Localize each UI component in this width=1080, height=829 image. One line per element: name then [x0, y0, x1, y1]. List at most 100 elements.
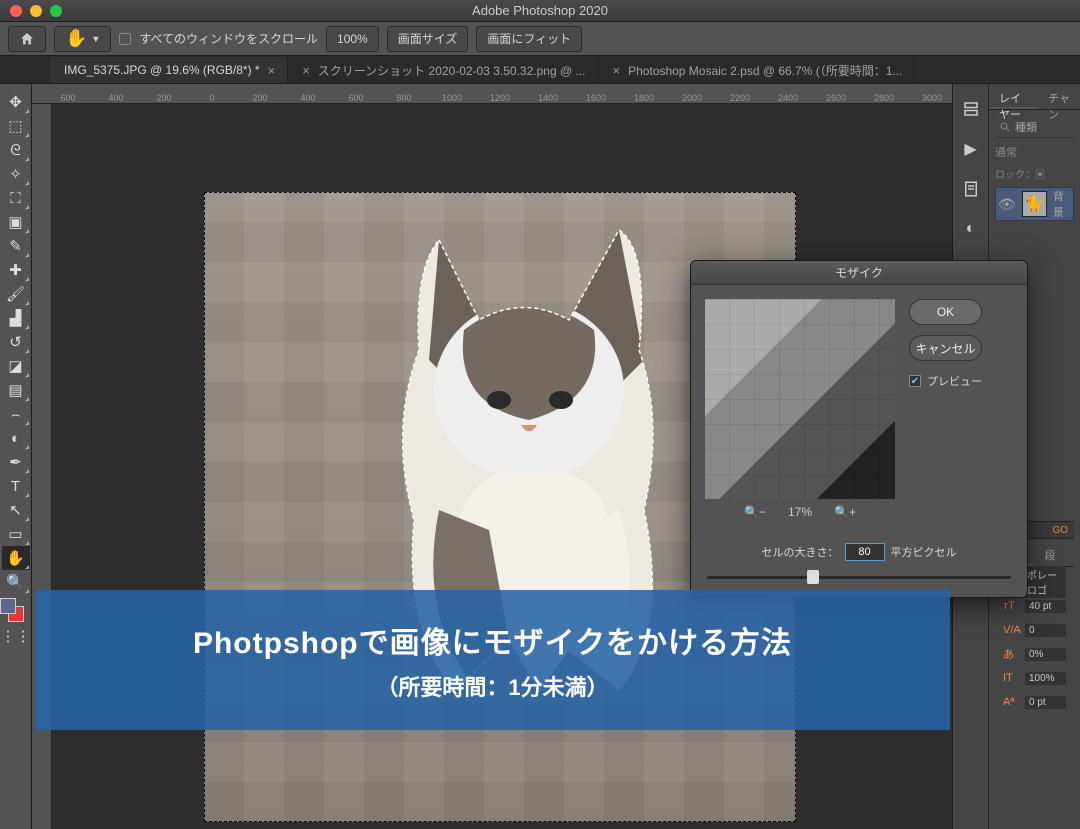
path-select-tool[interactable]: ↖ [2, 498, 30, 522]
home-icon [19, 31, 35, 47]
lasso-tool[interactable]: ᘓ [2, 138, 30, 162]
document-tab-label: IMG_5375.JPG @ 19.6% (RGB/8*) * [64, 63, 260, 77]
actions-panel-icon[interactable]: ▶ [960, 138, 982, 160]
color-swatches[interactable] [4, 600, 28, 624]
preview-checkbox-label: プレビュー [927, 373, 982, 389]
tracking-icon: あ [1003, 646, 1021, 662]
document-tabs: IMG_5375.JPG @ 19.6% (RGB/8*) * × × スクリーンショ… [0, 56, 1080, 84]
lock-row: ロック：▣ [995, 164, 1074, 187]
type-tool[interactable]: T [2, 474, 30, 498]
traffic-lights [0, 5, 62, 17]
layer-row-background[interactable]: 👁 🐈 背景 [995, 187, 1074, 221]
history-panel-icon[interactable] [960, 98, 982, 120]
fit-window-button[interactable]: 画面にフィット [476, 26, 582, 52]
blend-mode-label[interactable]: 通常 [995, 142, 1074, 164]
ok-button[interactable]: OK [909, 299, 982, 325]
layer-filter-label: 種類 [1015, 119, 1037, 135]
maximize-window-button[interactable] [50, 5, 62, 17]
layers-panel-tabs: レイヤー チャン [989, 84, 1080, 110]
close-window-button[interactable] [10, 5, 22, 17]
preview-zoom-value: 17% [788, 505, 812, 519]
checkbox-icon [119, 33, 131, 45]
hand-tool-indicator[interactable]: ✋▼ [54, 26, 111, 52]
preview-checkbox[interactable]: ✔ プレビュー [909, 373, 982, 389]
stamp-tool[interactable]: ▟ [2, 306, 30, 330]
banner-title: Photpshopで画像にモザイクをかける方法 [193, 618, 792, 662]
zoom-in-icon[interactable]: 🔍+ [834, 505, 856, 519]
search-icon [999, 121, 1011, 133]
slider-thumb[interactable] [807, 570, 819, 584]
app-title: Adobe Photoshop 2020 [0, 3, 1080, 18]
vscale-icon: IT [1003, 672, 1021, 684]
close-tab-icon[interactable]: × [268, 63, 276, 78]
document-tab[interactable]: ×Photoshop Mosaic 2.psd @ 66.7% (（所要時間：1… [598, 57, 915, 83]
cell-size-slider[interactable] [707, 567, 1011, 587]
checkbox-checked-icon: ✔ [909, 375, 921, 387]
zoom-100-button[interactable]: 100% [326, 26, 379, 52]
layer-name: 背景 [1053, 188, 1071, 220]
shape-tool[interactable]: ▭ [2, 522, 30, 546]
cell-size-input[interactable] [845, 543, 885, 561]
dialog-title[interactable]: モザイク [691, 261, 1027, 285]
window-titlebar: Adobe Photoshop 2020 [0, 0, 1080, 22]
layer-filter-row[interactable]: 種類 [995, 116, 1074, 138]
eraser-tool[interactable]: ◪ [2, 354, 30, 378]
options-bar: ✋▼ すべてのウィンドウをスクロール 100% 画面サイズ 画面にフィット [0, 22, 1080, 56]
properties-panel-icon[interactable] [960, 178, 982, 200]
zoom-tool[interactable]: 🔍 [2, 570, 30, 594]
cancel-button[interactable]: キャンセル [909, 335, 982, 361]
channels-tab[interactable]: チャン [1038, 84, 1080, 109]
healing-brush-tool[interactable]: ✚ [2, 258, 30, 282]
history-brush-tool[interactable]: ↺ [2, 330, 30, 354]
font-size-row[interactable]: тT40 pt [1003, 597, 1066, 615]
visibility-eye-icon[interactable]: 👁 [998, 196, 1016, 213]
kerning-row[interactable]: V/A0 [1003, 621, 1066, 639]
crop-tool[interactable]: ⛶ [2, 186, 30, 210]
fit-screen-button[interactable]: 画面サイズ [387, 26, 469, 52]
zoom-out-icon[interactable]: 🔍− [744, 505, 766, 519]
foreground-color[interactable] [0, 598, 16, 614]
document-tab[interactable]: IMG_5375.JPG @ 19.6% (RGB/8*) * × [50, 57, 288, 83]
document-tab-label: スクリーンショット 2020-02-03 3.50.32.png @ ... [318, 62, 586, 79]
vertical-scale-row[interactable]: IT100% [1003, 669, 1066, 687]
document-tab[interactable]: × スクリーンショット 2020-02-03 3.50.32.png @ ... [288, 57, 598, 83]
layers-tab[interactable]: レイヤー [989, 84, 1038, 109]
cell-size-label: セルの大きさ： [762, 544, 839, 560]
mosaic-dialog[interactable]: モザイク 🔍− 17% 🔍+ OK キャンセル ✔ プレビュー セルの大きさ： … [690, 260, 1028, 598]
pen-tool[interactable]: ✒ [2, 450, 30, 474]
scroll-all-label: すべてのウィンドウをスクロール [139, 30, 318, 47]
cell-size-row: セルの大きさ： 平方ピクセル [691, 535, 1027, 565]
toolbox: ✥⬚ᘓ✧⛶▣✎✚🖌▟↺◪▤⌢◐✒T↖▭✋🔍 ⋮⋮ [0, 84, 32, 829]
brush-tool[interactable]: 🖌 [2, 282, 30, 306]
home-button[interactable] [8, 26, 46, 52]
kerning-icon: V/A [1003, 624, 1021, 636]
baseline-row[interactable]: Aª0 pt [1003, 693, 1066, 711]
paragraph-tab[interactable]: 段落 [1035, 541, 1075, 566]
frame-tool[interactable]: ▣ [2, 210, 30, 234]
baseline-icon: Aª [1003, 696, 1021, 708]
tracking-row[interactable]: あ0% [1003, 645, 1066, 663]
eyedropper-tool[interactable]: ✎ [2, 234, 30, 258]
ruler-horizontal: 6004002000200400600800100012001400160018… [32, 84, 952, 104]
magic-wand-tool[interactable]: ✧ [2, 162, 30, 186]
close-tab-icon[interactable]: × [612, 63, 620, 78]
minimize-window-button[interactable] [30, 5, 42, 17]
mosaic-preview[interactable] [705, 299, 895, 499]
gradient-tool[interactable]: ▤ [2, 378, 30, 402]
toolbox-grip[interactable]: ⋮⋮ [2, 624, 30, 648]
hand-icon: ✋ [65, 28, 87, 49]
tutorial-overlay-banner: Photpshopで画像にモザイクをかける方法 （所要時間：1分未満） [35, 590, 950, 730]
cell-size-unit: 平方ピクセル [891, 544, 957, 560]
move-tool[interactable]: ✥ [2, 90, 30, 114]
preview-zoom-controls: 🔍− 17% 🔍+ [705, 499, 895, 521]
hand-tool[interactable]: ✋ [2, 546, 30, 570]
dodge-tool[interactable]: ◐ [2, 426, 30, 450]
scroll-all-windows-checkbox[interactable]: すべてのウィンドウをスクロール [119, 30, 318, 47]
layer-thumbnail: 🐈 [1022, 191, 1047, 217]
rect-marquee-tool[interactable]: ⬚ [2, 114, 30, 138]
close-tab-icon[interactable]: × [302, 63, 310, 78]
banner-subtitle: （所要時間：1分未満） [376, 670, 608, 702]
blur-tool[interactable]: ⌢ [2, 402, 30, 426]
font-size-icon: тT [1003, 600, 1021, 612]
adjustments-panel-icon[interactable]: ◐ [960, 218, 982, 240]
